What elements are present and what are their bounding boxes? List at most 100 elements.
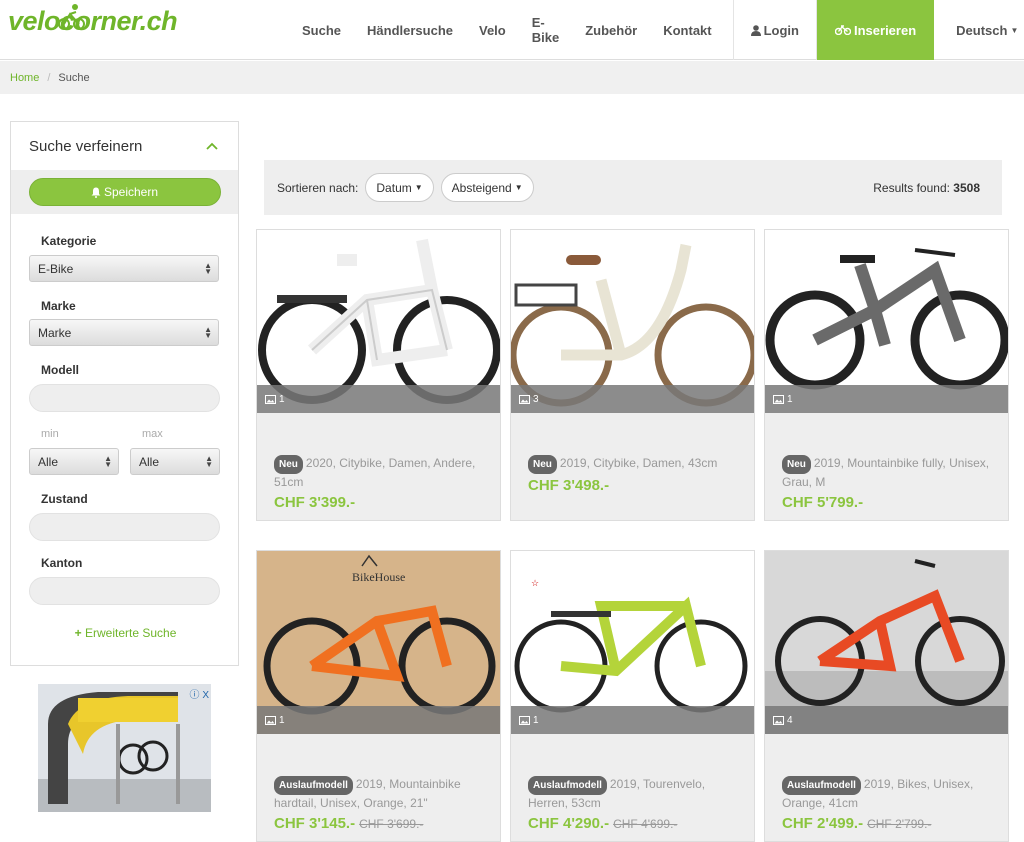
sort-label: Sortieren nach:	[277, 180, 359, 195]
svg-text:☆: ☆	[531, 578, 539, 588]
select-arrows-icon: ▲ ▼	[104, 454, 112, 469]
max-value: Alle	[139, 454, 160, 469]
max-select[interactable]: Alle ▲ ▼	[130, 448, 220, 475]
inserieren-button[interactable]: Inserieren	[817, 0, 935, 60]
modell-input[interactable]	[29, 384, 220, 412]
listing-body: Auslaufmodell 2019, Bikes, Unisex, Orange…	[765, 734, 1008, 841]
listing-description: Neu 2019, Citybike, Damen, 43cm	[528, 455, 744, 474]
max-label: max	[142, 428, 163, 440]
image-icon	[519, 715, 530, 725]
listing-price: CHF 5'799.-	[782, 494, 864, 511]
select-arrows-icon: ▲ ▼	[205, 454, 213, 469]
inserieren-label: Inserieren	[854, 22, 917, 38]
chevron-down-icon: ▼	[1010, 25, 1019, 35]
advanced-search-link[interactable]: + Erweiterte Suche	[11, 626, 240, 640]
listing-price-row: CHF 3'498.-	[528, 477, 744, 494]
min-label: min	[41, 428, 59, 440]
nav-suche[interactable]: Suche	[289, 0, 354, 60]
language-dropdown[interactable]: Deutsch ▼	[934, 0, 1024, 60]
sort-toolbar: Sortieren nach: Datum ▼ Absteigend ▼ Res…	[264, 160, 1002, 215]
listing-price: CHF 3'498.-	[528, 477, 610, 494]
nav-zubehoer[interactable]: Zubehör	[572, 0, 650, 60]
listing-description: Auslaufmodell 2019, Bikes, Unisex, Orange…	[782, 776, 998, 812]
image-icon	[265, 715, 276, 725]
listing-image[interactable]: 1	[257, 230, 500, 413]
save-search-label: Speichern	[103, 185, 159, 199]
listing-image[interactable]: BikeHouse 1	[257, 551, 500, 734]
filter-panel-header[interactable]: Suche verfeinern	[11, 122, 238, 170]
caret-down-icon: ▼	[514, 183, 523, 192]
listing-image[interactable]: 3	[511, 230, 754, 413]
listing-details: 2019, Citybike, Damen, 43cm	[559, 456, 718, 470]
nav-velo[interactable]: Velo	[466, 0, 519, 60]
listing-price-row: CHF 3'399.-	[274, 494, 490, 511]
login-label: Login	[763, 22, 799, 38]
listing-price: CHF 3'399.-	[274, 494, 356, 511]
ad-choices-icon[interactable]: ⓘ X	[190, 686, 209, 701]
photo-count-strip: 1	[765, 385, 1008, 413]
photo-count-strip: 3	[511, 385, 754, 413]
listing-price: CHF 3'145.-	[274, 815, 356, 832]
listing-price: CHF 2'499.-	[782, 815, 864, 832]
listing-body: Auslaufmodell 2019, Tourenvelo, Herren, 5…	[511, 734, 754, 841]
listing-image[interactable]: ☆ 1	[511, 551, 754, 734]
min-select[interactable]: Alle ▲ ▼	[29, 448, 119, 475]
sort-field-value: Datum	[376, 180, 412, 195]
login-button[interactable]: Login	[732, 0, 817, 60]
condition-badge: Auslaufmodell	[782, 776, 861, 795]
nav-ebike[interactable]: E-Bike	[519, 0, 572, 60]
listing-description: Neu 2019, Mountainbike fully, Unisex, Gra…	[782, 455, 998, 491]
save-search-wrap: Speichern	[11, 170, 238, 214]
photo-count: 1	[787, 393, 793, 405]
main-nav: Suche Händlersuche Velo E-Bike Zubehör K…	[289, 0, 1024, 60]
breadcrumb-home[interactable]: Home	[10, 72, 39, 84]
listing-details: 2020, Citybike, Damen, Andere, 51cm	[274, 456, 476, 489]
save-search-button[interactable]: Speichern	[28, 178, 221, 206]
kategorie-value: E-Bike	[38, 261, 74, 276]
listing-card[interactable]: ☆ 1 Auslaufmodell 2019, Tourenvelo, Herre…	[510, 550, 755, 842]
kanton-input[interactable]	[29, 577, 220, 605]
nav-kontakt[interactable]: Kontakt	[650, 0, 724, 60]
sort-order-value: Absteigend	[451, 180, 512, 195]
condition-badge: Neu	[528, 455, 557, 474]
breadcrumb: Home / Suche	[0, 61, 1024, 94]
svg-text:BikeHouse: BikeHouse	[352, 570, 405, 584]
marke-label: Marke	[41, 299, 76, 313]
results-count: Results found: 3508	[873, 181, 980, 195]
listing-body: Neu 2019, Mountainbike fully, Unisex, Gra…	[765, 413, 1008, 520]
user-icon	[750, 24, 761, 36]
listing-card[interactable]: BikeHouse 1 Auslaufmodell 2019, Mountainb…	[256, 550, 501, 842]
marke-value: Marke	[38, 325, 72, 340]
kategorie-label: Kategorie	[41, 234, 97, 248]
listing-price-row: CHF 4'290.- CHF 4'699.-	[528, 815, 744, 832]
listing-card[interactable]: 1 Neu 2019, Mountainbike fully, Unisex, G…	[764, 229, 1009, 521]
select-arrows-icon: ▲ ▼	[204, 325, 212, 340]
plus-icon: +	[74, 626, 82, 640]
photo-count: 4	[787, 714, 793, 726]
listing-description: Auslaufmodell 2019, Mountainbike hardtail…	[274, 776, 490, 812]
marke-select[interactable]: Marke ▲ ▼	[29, 319, 219, 346]
nav-haendlersuche[interactable]: Händlersuche	[354, 0, 466, 60]
sort-field-dropdown[interactable]: Datum ▼	[365, 173, 434, 202]
listing-card[interactable]: 1 Neu 2020, Citybike, Damen, Andere, 51cm…	[256, 229, 501, 521]
photo-count: 1	[279, 714, 285, 726]
listing-card[interactable]: 4 Auslaufmodell 2019, Bikes, Unisex, Oran…	[764, 550, 1009, 842]
listing-image[interactable]: 4	[765, 551, 1008, 734]
image-icon	[773, 394, 784, 404]
kanton-label: Kanton	[41, 556, 83, 570]
sort-order-dropdown[interactable]: Absteigend ▼	[440, 173, 534, 202]
zustand-input[interactable]	[29, 513, 220, 541]
cyclist-logo-icon	[58, 4, 85, 30]
listing-card[interactable]: 3 Neu 2019, Citybike, Damen, 43cm CHF 3'4…	[510, 229, 755, 521]
site-logo[interactable]: velocorner.ch	[8, 4, 178, 37]
photo-count: 1	[279, 393, 285, 405]
listing-price-row: CHF 3'145.- CHF 3'699.-	[274, 815, 490, 832]
listing-details: 2019, Mountainbike fully, Unisex, Grau, …	[782, 456, 990, 489]
condition-badge: Auslaufmodell	[274, 776, 353, 795]
advertisement[interactable]: ⓘ X	[38, 684, 211, 812]
photo-count-strip: 4	[765, 706, 1008, 734]
search-filter-panel: Suche verfeinern Speichern Kategorie E-B…	[10, 121, 239, 666]
kategorie-select[interactable]: E-Bike ▲ ▼	[29, 255, 219, 282]
listing-image[interactable]: 1	[765, 230, 1008, 413]
logo-text-a: velo	[8, 6, 61, 36]
